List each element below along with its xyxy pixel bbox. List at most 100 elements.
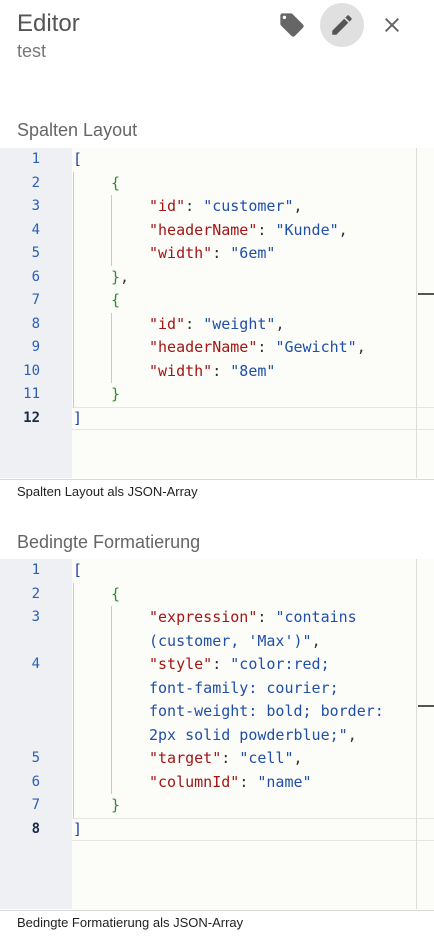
code-line: font-family: courier; [0, 677, 434, 701]
code-text: [ [73, 148, 82, 172]
code-text: { [111, 583, 120, 607]
dialog-title: Editor [17, 10, 80, 37]
overview-ruler [416, 559, 417, 909]
code-line: 12] [0, 407, 434, 431]
code-token: "weight" [203, 314, 276, 333]
code-line: 2{ [0, 583, 434, 607]
code-token: "cell" [239, 749, 294, 767]
code-token: "columnId" [149, 772, 240, 791]
code-token: "Kunde" [275, 220, 339, 239]
code-token: } [111, 385, 121, 403]
code-token: , [347, 725, 357, 744]
code-line: 3 "id": "customer", [0, 195, 434, 219]
line-number: 5 [31, 750, 40, 766]
code-token: , [293, 197, 303, 215]
edit-button[interactable] [320, 3, 364, 47]
code-token: "width" [149, 244, 213, 262]
dialog-subtitle: test [17, 41, 47, 61]
code-token: , [120, 267, 130, 286]
code-token: : [257, 220, 276, 239]
code-text: font-weight: bold; border: [149, 700, 384, 724]
code-token: "id" [149, 314, 186, 333]
bedingte-formatierung-hint: Bedingte Formatierung als JSON-Array [17, 915, 244, 930]
code-token: } [111, 267, 121, 286]
code-token: "headerName" [149, 220, 258, 239]
code-text: { [111, 172, 120, 196]
code-text: "expression": "contains [149, 606, 357, 630]
line-number: 9 [31, 339, 40, 355]
code-token: [ [73, 561, 83, 579]
close-button[interactable] [370, 3, 414, 47]
code-token: : [212, 655, 231, 673]
section-title-spalten-layout: Spalten Layout [17, 120, 138, 140]
code-line: 1[ [0, 559, 434, 583]
indent-guide [111, 195, 112, 266]
line-number: 11 [23, 386, 40, 402]
code-line: 8 "id": "weight", [0, 313, 434, 337]
code-token: "name" [257, 772, 312, 791]
code-token: } [111, 796, 121, 814]
code-text: "columnId": "name" [149, 771, 312, 795]
code-text: 2px solid powderblue;", [149, 724, 357, 748]
code-line: 7{ [0, 289, 434, 313]
line-number: 4 [31, 656, 40, 672]
line-number: 4 [31, 221, 40, 238]
line-number: 7 [31, 292, 40, 308]
code-line: 1[ [0, 148, 434, 172]
code-token: 2px solid powderblue;" [149, 725, 348, 744]
line-number: 2 [31, 585, 40, 602]
line-number: 10 [23, 362, 40, 379]
code-line: (customer, 'Max')", [0, 630, 434, 654]
code-text: "id": "weight", [149, 313, 284, 337]
code-line: 8] [0, 818, 434, 842]
code-token: : [239, 772, 258, 791]
scrollbar-thumb[interactable] [418, 705, 434, 707]
code-line: 3 "expression": "contains [0, 606, 434, 630]
code-token: : [257, 338, 276, 356]
code-text: (customer, 'Max')", [149, 630, 321, 654]
code-token: ] [73, 819, 83, 838]
editor-header: Editor test [0, 0, 434, 70]
code-token: , [293, 749, 303, 767]
code-token: : [257, 608, 276, 626]
line-number: 1 [31, 562, 40, 578]
code-token: font-weight: bold; border: [149, 702, 384, 720]
overview-ruler [416, 148, 417, 478]
code-text: "headerName": "Kunde", [149, 219, 348, 243]
line-number: 12 [23, 409, 40, 426]
pencil-icon [332, 15, 352, 35]
line-number: 7 [31, 797, 40, 813]
code-line: 4 "style": "color:red; [0, 653, 434, 677]
code-token: : [185, 197, 204, 215]
tag-button[interactable] [270, 3, 314, 47]
code-text: "width": "8em" [149, 360, 275, 384]
code-token: : [212, 244, 231, 262]
spalten-layout-editor[interactable]: 1[2{3 "id": "customer", 4 "headerName": "Ku… [0, 148, 434, 478]
code-line: 4 "headerName": "Kunde", [0, 219, 434, 243]
scrollbar-thumb[interactable] [418, 293, 434, 295]
code-token: , [356, 338, 366, 356]
code-text: { [111, 289, 120, 313]
code-line: 5 "target": "cell", [0, 747, 434, 771]
indent-guide [111, 312, 112, 383]
code-line: 11} [0, 383, 434, 407]
bedingte-formatierung-editor[interactable]: 1[2{3 "expression": "contains (customer, '… [0, 559, 434, 909]
editor-underline [0, 910, 434, 911]
code-token: "6em" [230, 244, 276, 262]
section-title-bedingte-formatierung: Bedingte Formatierung [17, 532, 201, 552]
code-text: font-family: courier; [149, 677, 339, 701]
code-text: "headerName": "Gewicht", [149, 336, 366, 360]
code-text: [ [73, 559, 82, 583]
line-number: 5 [31, 245, 40, 261]
code-token: "style" [149, 655, 213, 673]
code-line: 9 "headerName": "Gewicht", [0, 336, 434, 360]
code-text: "width": "6em" [149, 242, 275, 266]
code-line: 2{ [0, 172, 434, 196]
line-number: 6 [31, 773, 40, 790]
label-icon [280, 13, 304, 37]
code-token: { [111, 584, 121, 603]
code-line: 6 "columnId": "name" [0, 771, 434, 795]
line-number: 1 [31, 151, 40, 167]
line-number: 3 [31, 198, 40, 214]
code-token: "expression" [149, 608, 258, 626]
